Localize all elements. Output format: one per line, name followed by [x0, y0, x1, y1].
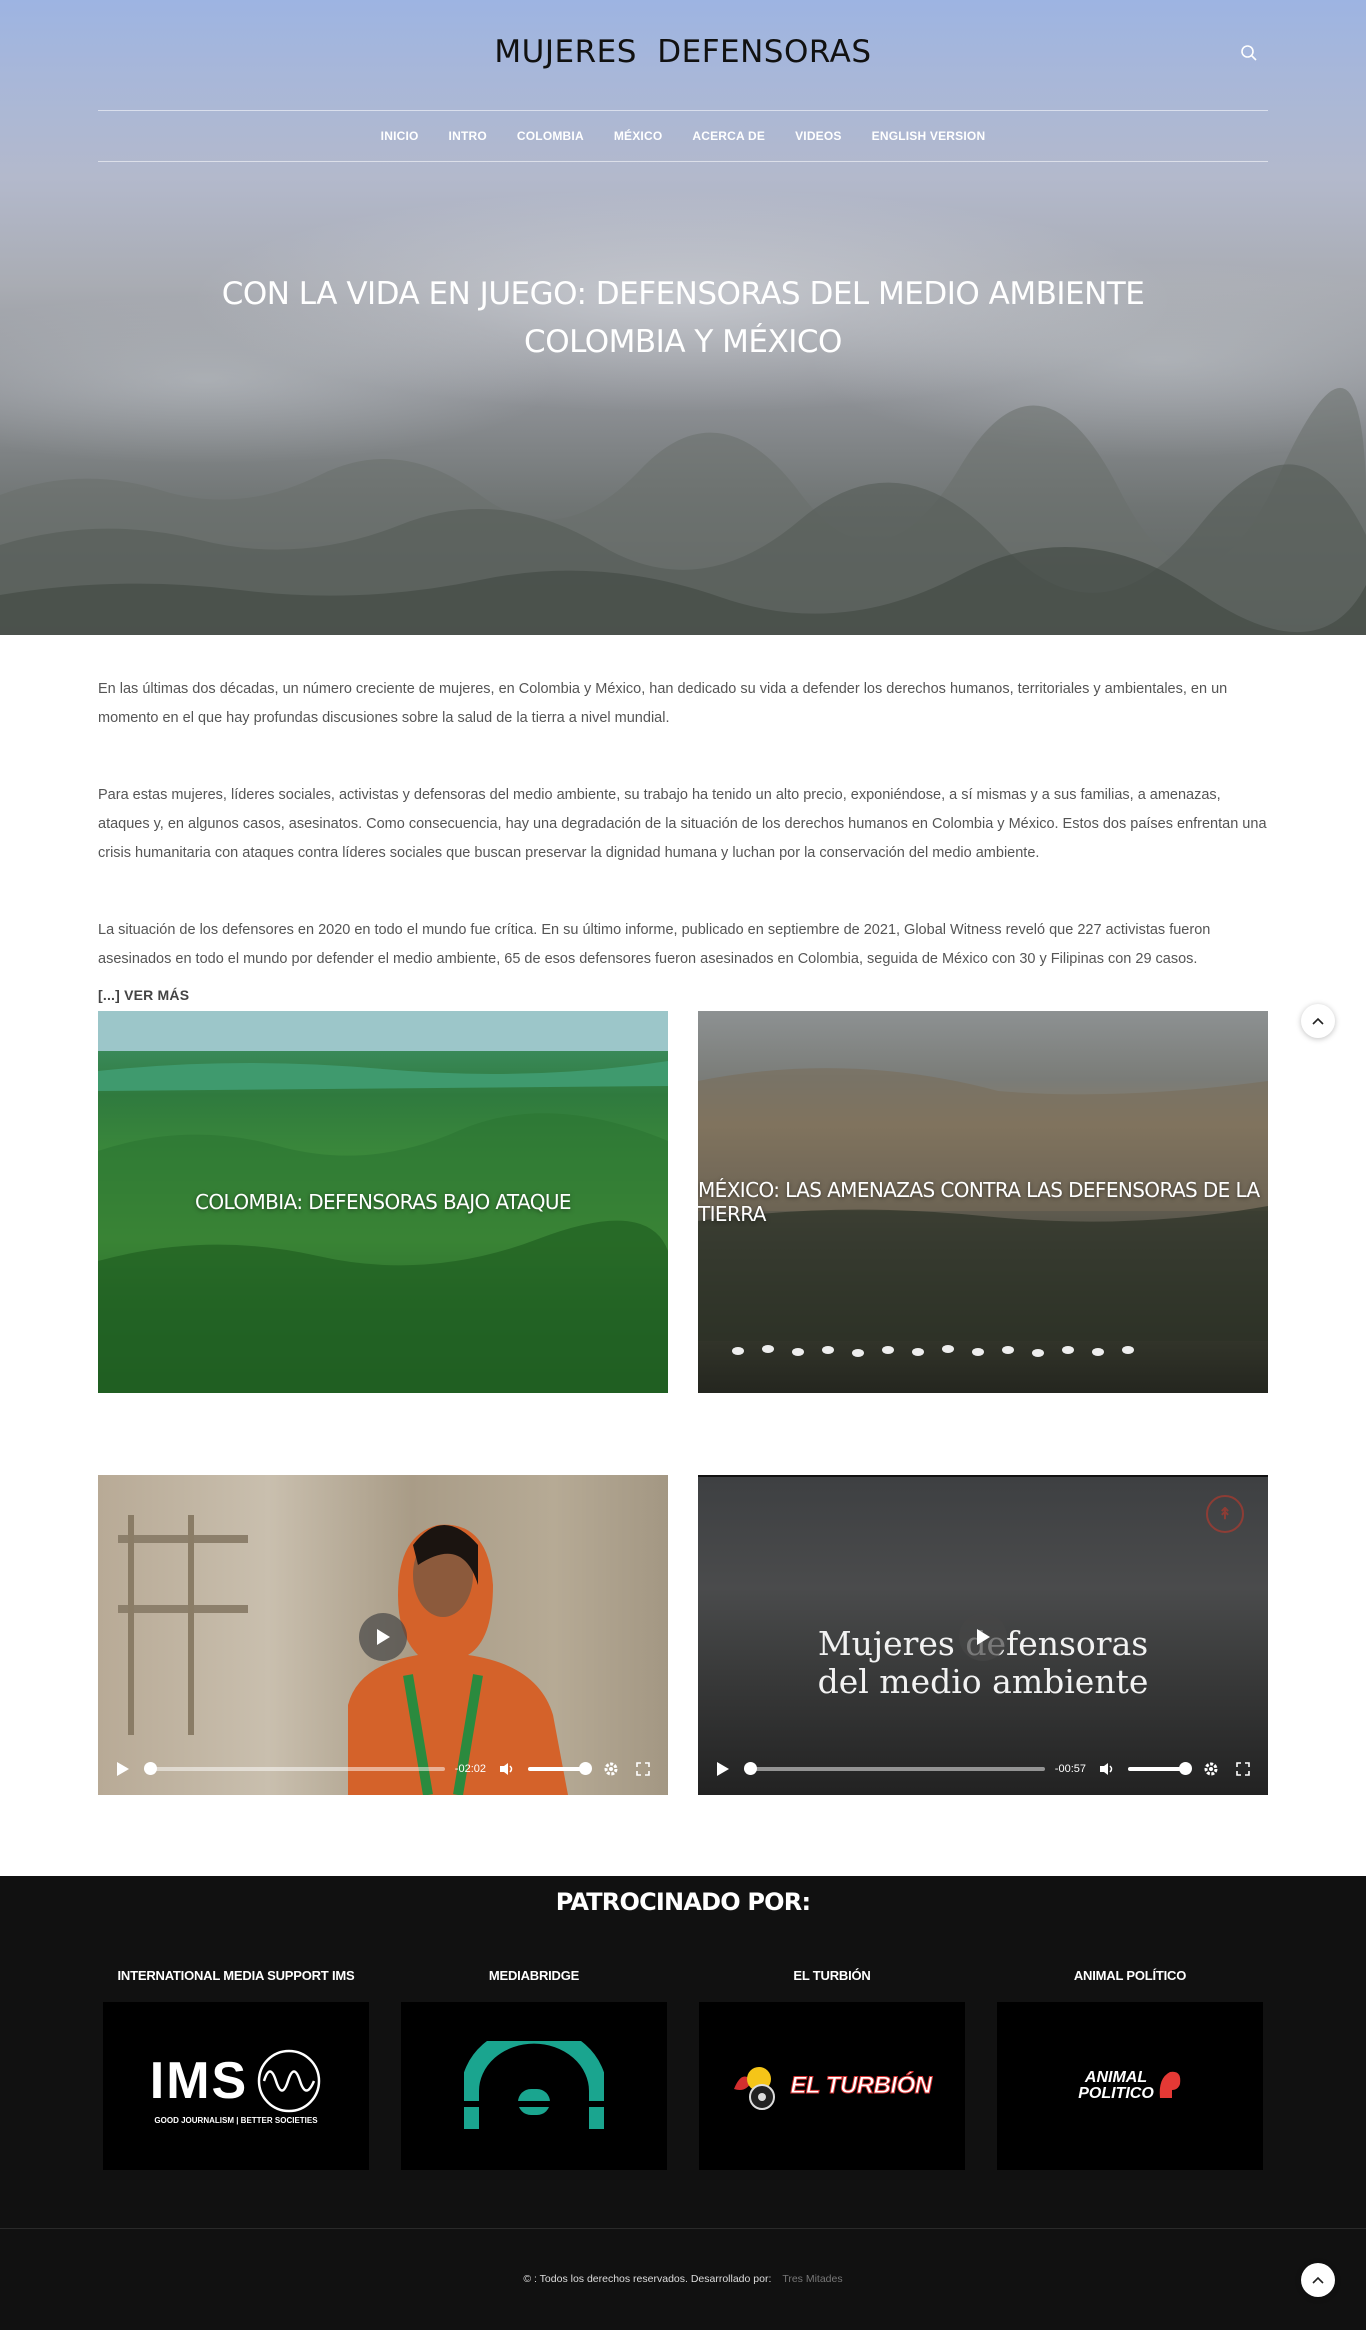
video-2-title-line2: del medio ambiente: [817, 1662, 1149, 1701]
volume-icon[interactable]: [496, 1758, 518, 1780]
animal-politico-logo[interactable]: ANIMAL POLITICO: [997, 2002, 1263, 2170]
read-more-link[interactable]: [...] VER MÁS: [98, 987, 189, 1003]
video-2-time: -00:57: [1054, 1763, 1086, 1775]
volume-handle[interactable]: [579, 1762, 592, 1775]
sponsor-name: EL TURBIÓN: [793, 1968, 871, 1983]
mediabridge-m-icon: [464, 2041, 604, 2129]
el-turbion-logo[interactable]: EL TURBIÓN: [699, 2002, 965, 2170]
sponsor-ims[interactable]: INTERNATIONAL MEDIA SUPPORT IMS IMS GOOD…: [103, 1968, 369, 2170]
intro-paragraph-1: En las últimas dos décadas, un número cr…: [98, 681, 1228, 726]
hero-forest-image: [0, 387, 1366, 635]
hero-section: MUJERES DEFENSORAS INICIO INTRO COLOMBIA…: [0, 0, 1366, 635]
nav-item-mexico[interactable]: MÉXICO: [614, 129, 663, 143]
hero-heading: CON LA VIDA EN JUEGO: DEFENSORAS DEL MED…: [0, 270, 1366, 366]
volume-handle[interactable]: [1179, 1762, 1192, 1775]
colombia-card-title: COLOMBIA: DEFENSORAS BAJO ATAQUE: [195, 1190, 572, 1214]
video-1-play-overlay-button[interactable]: [359, 1613, 407, 1661]
play-icon[interactable]: [712, 1758, 734, 1780]
colombia-card[interactable]: COLOMBIA: DEFENSORAS BAJO ATAQUE: [98, 1011, 668, 1393]
settings-icon[interactable]: [1200, 1758, 1222, 1780]
video-2-play-overlay-button[interactable]: [959, 1613, 1007, 1661]
mediabridge-logo[interactable]: [401, 2002, 667, 2170]
nav-item-inicio[interactable]: INICIO: [381, 129, 419, 143]
search-icon[interactable]: [1240, 44, 1266, 70]
turbion-mascot-icon: [734, 2067, 776, 2110]
nav-item-colombia[interactable]: COLOMBIA: [517, 129, 584, 143]
hero-heading-line1: CON LA VIDA EN JUEGO: DEFENSORAS DEL MED…: [221, 276, 1145, 312]
intro-paragraph-2: Para estas mujeres, líderes sociales, ac…: [98, 787, 1267, 861]
ims-logo-text: IMS: [149, 2051, 249, 2110]
sponsor-el-turbion[interactable]: EL TURBIÓN EL TURBIÓN: [699, 1968, 965, 2170]
animal-politico-line2: POLITICO: [1078, 2085, 1154, 2102]
video-player-2[interactable]: ↟ Mujeres defensoras del medio ambiente …: [698, 1475, 1268, 1795]
el-turbion-logo-text: EL TURBIÓN: [790, 2072, 933, 2100]
video-2-progress-bar[interactable]: [744, 1762, 1045, 1775]
footer-copyright-text: © : Todos los derechos reservados. Desar…: [523, 2273, 772, 2285]
ims-tagline: GOOD JOURNALISM | BETTER SOCIETIES: [154, 2115, 318, 2125]
play-icon[interactable]: [112, 1758, 134, 1780]
footer-developer-link[interactable]: Tres Mitades: [782, 2273, 842, 2285]
sponsor-name: ANIMAL POLÍTICO: [1073, 1968, 1187, 1983]
main-nav: INICIO INTRO COLOMBIA MÉXICO ACERCA DE V…: [98, 110, 1268, 162]
nav-item-acerca-de[interactable]: ACERCA DE: [692, 129, 765, 143]
back-to-top-button[interactable]: [1301, 1004, 1335, 1038]
sponsor-mediabridge[interactable]: MEDIABRIDGE: [401, 1968, 667, 2170]
sponsor-name: INTERNATIONAL MEDIA SUPPORT IMS: [117, 1968, 355, 1983]
chevron-up-icon: [1312, 1017, 1324, 1025]
sponsors-heading: PATROCINADO POR:: [555, 1888, 811, 1916]
video-2-controls: -00:57: [698, 1743, 1268, 1795]
video-1-time: -02:02: [454, 1763, 486, 1775]
video-2-volume-slider[interactable]: [1128, 1762, 1192, 1775]
fullscreen-icon[interactable]: [1232, 1758, 1254, 1780]
sponsor-name: MEDIABRIDGE: [488, 1968, 580, 1983]
video-1-progress-bar[interactable]: [144, 1762, 445, 1775]
nav-item-videos[interactable]: VIDEOS: [795, 129, 842, 143]
animal-politico-line1: ANIMAL: [1084, 2069, 1148, 2086]
settings-icon[interactable]: [600, 1758, 622, 1780]
play-icon: [977, 1629, 990, 1645]
chevron-up-icon: [1312, 2276, 1324, 2284]
site-title[interactable]: MUJERES DEFENSORAS: [0, 34, 1366, 70]
video-player-1[interactable]: -02:02: [98, 1475, 668, 1795]
intro-text: En las últimas dos décadas, un número cr…: [98, 675, 1270, 974]
footer-copyright: © : Todos los derechos reservados. Desar…: [0, 2273, 1366, 2285]
fullscreen-icon[interactable]: [632, 1758, 654, 1780]
mexico-card-title: MÉXICO: LAS AMENAZAS CONTRA LAS DEFENSOR…: [698, 1178, 1260, 1226]
sponsor-animal-politico[interactable]: ANIMAL POLÍTICO ANIMAL POLITICO: [997, 1968, 1263, 2170]
ims-wave-icon: [257, 2049, 321, 2112]
intro-paragraph-3: La situación de los defensores en 2020 e…: [98, 922, 1211, 967]
play-icon: [377, 1629, 390, 1645]
site-footer: © : Todos los derechos reservados. Desar…: [0, 2228, 1366, 2330]
volume-icon[interactable]: [1096, 1758, 1118, 1780]
progress-handle[interactable]: [744, 1762, 757, 1775]
ims-logo[interactable]: IMS GOOD JOURNALISM | BETTER SOCIETIES: [103, 2002, 369, 2170]
video-1-volume-slider[interactable]: [528, 1762, 592, 1775]
video-1-controls: -02:02: [98, 1743, 668, 1795]
nav-item-intro[interactable]: INTRO: [449, 129, 487, 143]
footer-back-to-top-button[interactable]: [1301, 2263, 1335, 2297]
channel-logo-icon: ↟: [1206, 1495, 1244, 1533]
mexico-card[interactable]: MÉXICO: LAS AMENAZAS CONTRA LAS DEFENSOR…: [698, 1011, 1268, 1393]
animal-politico-head-icon: [1159, 2071, 1181, 2098]
progress-handle[interactable]: [144, 1762, 157, 1775]
nav-item-english-version[interactable]: ENGLISH VERSION: [872, 129, 986, 143]
hero-heading-line2: COLOMBIA Y MÉXICO: [524, 324, 842, 360]
sponsors-section: PATROCINADO POR: INTERNATIONAL MEDIA SUP…: [0, 1876, 1366, 2228]
